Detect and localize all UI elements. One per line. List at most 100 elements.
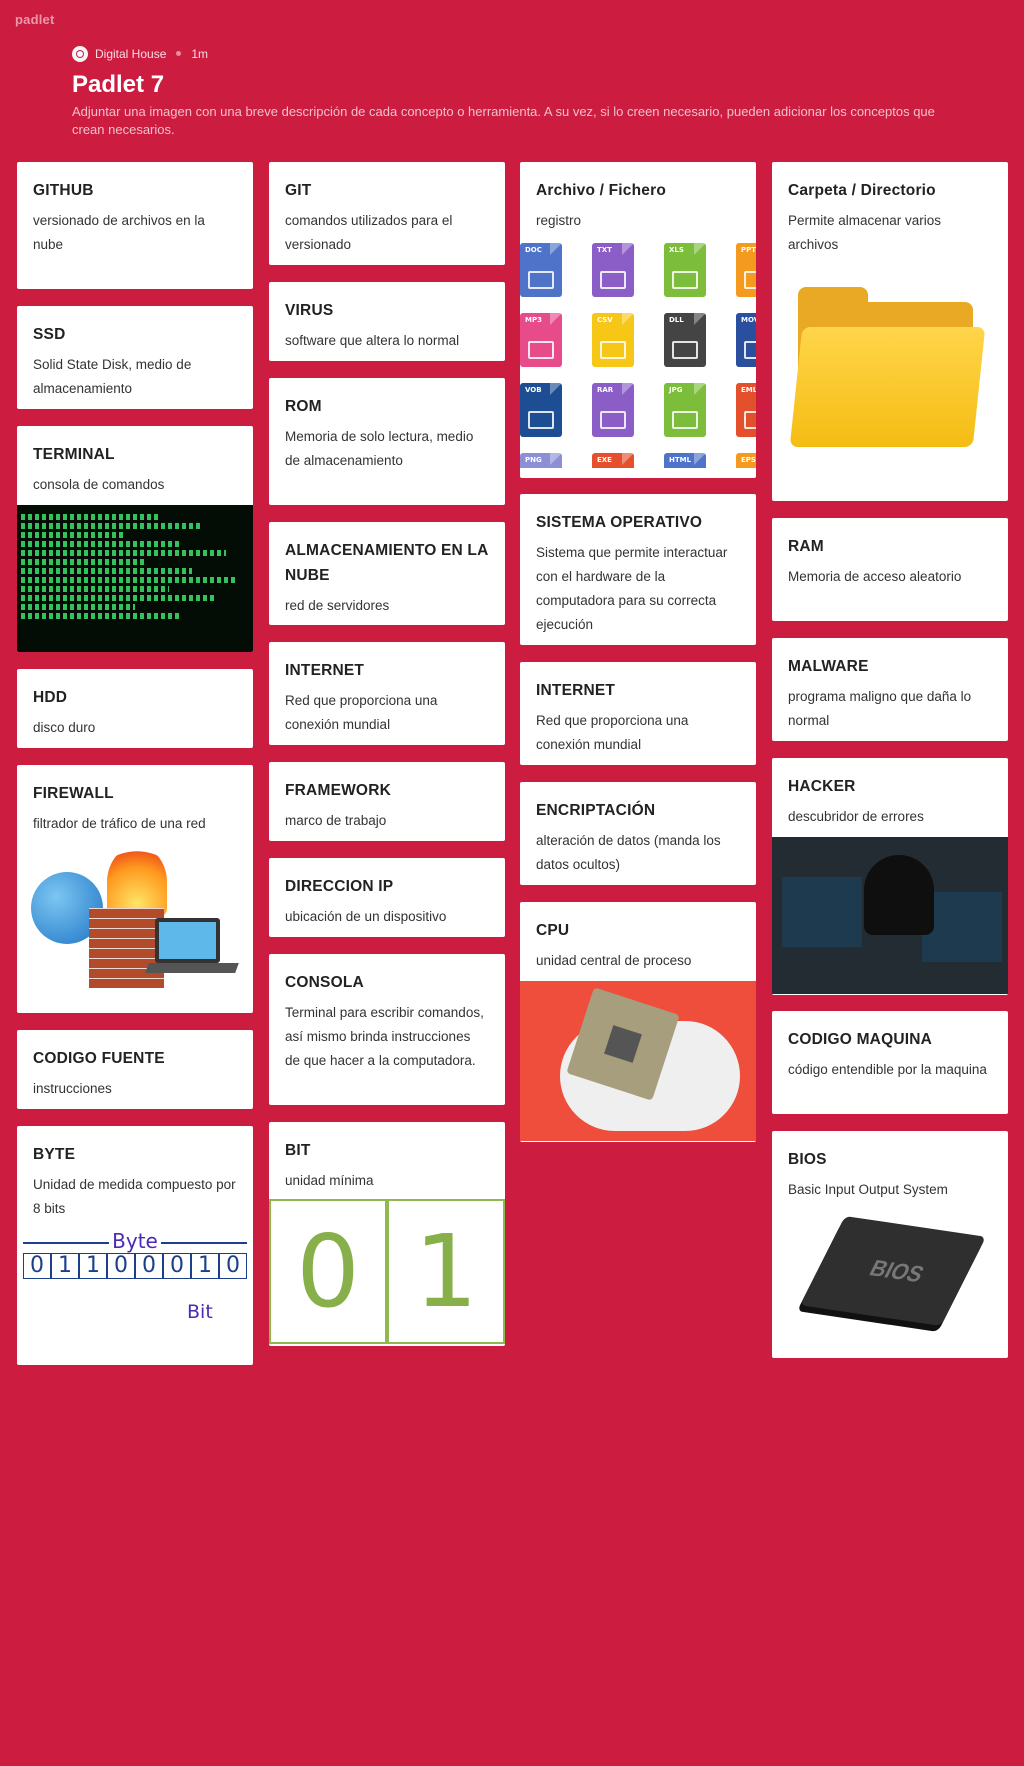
post-title: VIRUS	[285, 302, 334, 319]
post-almacenamiento-nube[interactable]: ALMACENAMIENTO EN LA NUBE red de servido…	[269, 522, 505, 625]
post-title: GITHUB	[33, 182, 94, 199]
monitor-icon	[922, 892, 1002, 962]
file-mp3-icon: MP3	[520, 313, 562, 367]
post-body: disco duro	[33, 720, 96, 735]
bit-row: 01100010	[23, 1253, 247, 1279]
post-byte[interactable]: BYTE Unidad de medida compuesto por 8 bi…	[17, 1126, 253, 1365]
post-bios[interactable]: BIOS Basic Input Output System BIOS	[772, 1131, 1008, 1358]
brick-wall-icon	[89, 908, 164, 988]
post-body: instrucciones	[33, 1081, 112, 1096]
post-hacker[interactable]: HACKER descubridor de errores	[772, 758, 1008, 995]
post-title: FIREWALL	[33, 785, 114, 802]
post-git[interactable]: GIT comandos utilizados para el versiona…	[269, 162, 505, 265]
post-codigo-maquina[interactable]: CODIGO MAQUINA código entendible por la …	[772, 1011, 1008, 1114]
post-body: ubicación de un dispositivo	[285, 909, 447, 924]
hacker-image[interactable]	[772, 837, 1008, 994]
file-types-image[interactable]: DOC TXT XLS PPT MP3 CSV DLL MOV VOB RAR JPG EML PNG E…	[520, 233, 756, 468]
post-title: BYTE	[33, 1146, 76, 1163]
post-rom[interactable]: ROM Memoria de solo lectura, medio de al…	[269, 378, 505, 505]
file-jpg-icon: JPG	[664, 383, 706, 437]
post-title: CPU	[536, 922, 570, 939]
file-exe-icon: EXE	[592, 453, 634, 468]
file-ext-label: PNG	[525, 456, 542, 464]
digit-one: 1	[387, 1199, 505, 1344]
post-title: CONSOLA	[285, 974, 364, 991]
bios-chip-image[interactable]: BIOS	[772, 1206, 1008, 1331]
post-body: red de servidores	[285, 598, 390, 613]
file-ext-label: MOV	[741, 316, 756, 324]
post-encriptacion[interactable]: ENCRIPTACIÓN alteración de datos (manda …	[520, 782, 756, 885]
folder-image[interactable]	[772, 277, 1008, 467]
post-body: descubridor de errores	[788, 809, 924, 824]
post-body: programa maligno que daña lo normal	[788, 689, 972, 728]
post-title: GIT	[285, 182, 312, 199]
file-ext-label: EPS	[741, 456, 756, 464]
file-vob-icon: VOB	[520, 383, 562, 437]
post-virus[interactable]: VIRUS software que altera lo normal	[269, 282, 505, 361]
post-body: Terminal para escribir comandos, así mis…	[285, 1005, 484, 1068]
post-title: DIRECCION IP	[285, 878, 394, 895]
bit-label: Bit	[187, 1301, 213, 1323]
post-body: software que altera lo normal	[285, 333, 460, 348]
author-avatar[interactable]	[72, 45, 88, 62]
post-firewall[interactable]: FIREWALL filtrador de tráfico de una red	[17, 765, 253, 1013]
post-body: Red que proporciona una conexión mundial	[536, 713, 689, 752]
terminal-image[interactable]	[17, 505, 253, 652]
post-body: código entendible por la maquina	[788, 1062, 987, 1077]
file-txt-icon: TXT	[592, 243, 634, 297]
file-csv-icon: CSV	[592, 313, 634, 367]
bios-chip-label: BIOS	[865, 1254, 929, 1288]
post-title: HACKER	[788, 778, 856, 795]
post-title: HDD	[33, 689, 68, 706]
monitor-icon	[782, 877, 862, 947]
post-title: Archivo / Fichero	[536, 182, 667, 199]
post-framework[interactable]: FRAMEWORK marco de trabajo	[269, 762, 505, 841]
post-title: CODIGO FUENTE	[33, 1050, 165, 1067]
post-title: SSD	[33, 326, 66, 343]
post-cpu[interactable]: CPU unidad central de proceso	[520, 902, 756, 1142]
file-ext-label: DOC	[525, 246, 542, 254]
firewall-image[interactable]	[17, 838, 253, 1008]
author-name[interactable]: Digital House	[95, 47, 166, 61]
post-body: registro	[536, 213, 582, 228]
post-codigo-fuente[interactable]: CODIGO FUENTE instrucciones	[17, 1030, 253, 1109]
post-body: Memoria de acceso aleatorio	[788, 569, 962, 584]
byte-diagram-image[interactable]: Byte 01100010 Bit	[17, 1225, 253, 1343]
post-internet-2[interactable]: INTERNET Red que proporciona una conexió…	[520, 662, 756, 765]
post-hdd[interactable]: HDD disco duro	[17, 669, 253, 748]
file-html-icon: HTML	[664, 453, 706, 468]
post-consola[interactable]: CONSOLA Terminal para escribir comandos,…	[269, 954, 505, 1105]
cpu-image[interactable]	[520, 981, 756, 1141]
post-ssd[interactable]: SSD Solid State Disk, medio de almacenam…	[17, 306, 253, 409]
bit-digits-image[interactable]: 0 1	[269, 1199, 505, 1344]
post-title: SISTEMA OPERATIVO	[536, 514, 703, 531]
post-terminal[interactable]: TERMINAL consola de comandos	[17, 426, 253, 652]
file-rar-icon: RAR	[592, 383, 634, 437]
post-body: marco de trabajo	[285, 813, 387, 828]
post-github[interactable]: GITHUB versionado de archivos en la nube	[17, 162, 253, 289]
post-ram[interactable]: RAM Memoria de acceso aleatorio	[772, 518, 1008, 621]
file-ext-label: VOB	[525, 386, 542, 394]
board-header: Digital House 1m Padlet 7 Adjuntar una i…	[72, 45, 964, 139]
post-archivo[interactable]: Archivo / Fichero registro DOC TXT XLS PPT M…	[520, 162, 756, 478]
file-dll-icon: DLL	[664, 313, 706, 367]
file-ext-label: RAR	[597, 386, 614, 394]
file-ext-label: MP3	[525, 316, 542, 324]
post-carpeta[interactable]: Carpeta / Directorio Permite almacenar v…	[772, 162, 1008, 501]
post-title: ENCRIPTACIÓN	[536, 802, 656, 819]
file-ext-label: PPT	[741, 246, 756, 254]
post-title: TERMINAL	[33, 446, 115, 463]
post-malware[interactable]: MALWARE programa maligno que daña lo nor…	[772, 638, 1008, 741]
file-eml-icon: EML	[736, 383, 756, 437]
timestamp: 1m	[191, 46, 209, 61]
post-title: INTERNET	[285, 662, 365, 679]
post-bit[interactable]: BIT unidad mínima 0 1	[269, 1122, 505, 1346]
file-ext-label: XLS	[669, 246, 684, 254]
post-direccion-ip[interactable]: DIRECCION IP ubicación de un dispositivo	[269, 858, 505, 937]
post-internet[interactable]: INTERNET Red que proporciona una conexió…	[269, 642, 505, 745]
post-body: Red que proporciona una conexión mundial	[285, 693, 438, 732]
post-sistema-operativo[interactable]: SISTEMA OPERATIVO Sistema que permite in…	[520, 494, 756, 645]
padlet-logo[interactable]: padlet	[15, 12, 54, 27]
laptop-icon	[155, 918, 220, 963]
post-body: Basic Input Output System	[788, 1182, 948, 1197]
